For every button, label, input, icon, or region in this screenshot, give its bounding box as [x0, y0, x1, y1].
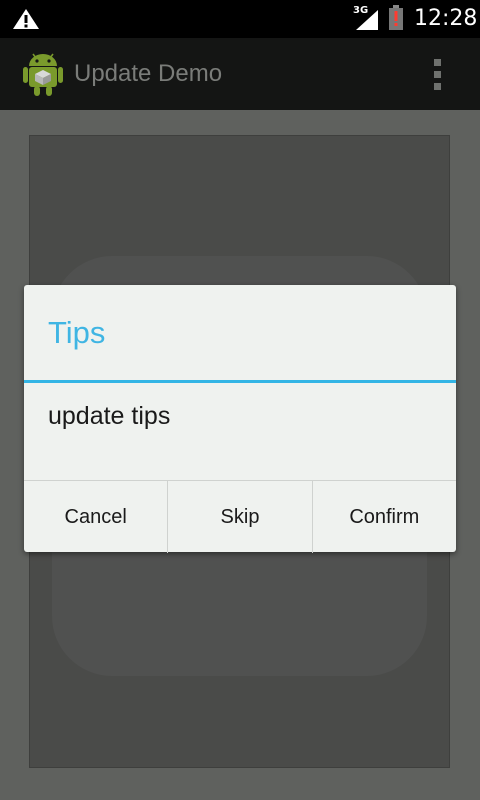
overflow-menu-icon[interactable] [424, 56, 452, 92]
battery-low-icon [389, 5, 403, 30]
status-time: 12:28 [414, 6, 478, 31]
skip-button[interactable]: Skip [167, 481, 311, 553]
tips-dialog: Tips update tips Cancel Skip Confirm [24, 285, 456, 553]
dialog-title: Tips [48, 315, 106, 350]
dialog-title-divider [24, 380, 456, 383]
app-title: Update Demo [74, 60, 223, 87]
dialog-button-bar: Cancel Skip Confirm [24, 480, 456, 553]
warning-icon [13, 9, 39, 29]
cancel-button[interactable]: Cancel [24, 481, 167, 553]
dialog-message: update tips [48, 402, 171, 430]
status-bar: 3G 12:28 [0, 0, 480, 38]
signal-icon [356, 10, 378, 30]
android-app-icon[interactable] [21, 50, 65, 98]
action-bar: Update Demo [0, 38, 480, 110]
confirm-button[interactable]: Confirm [311, 481, 456, 553]
